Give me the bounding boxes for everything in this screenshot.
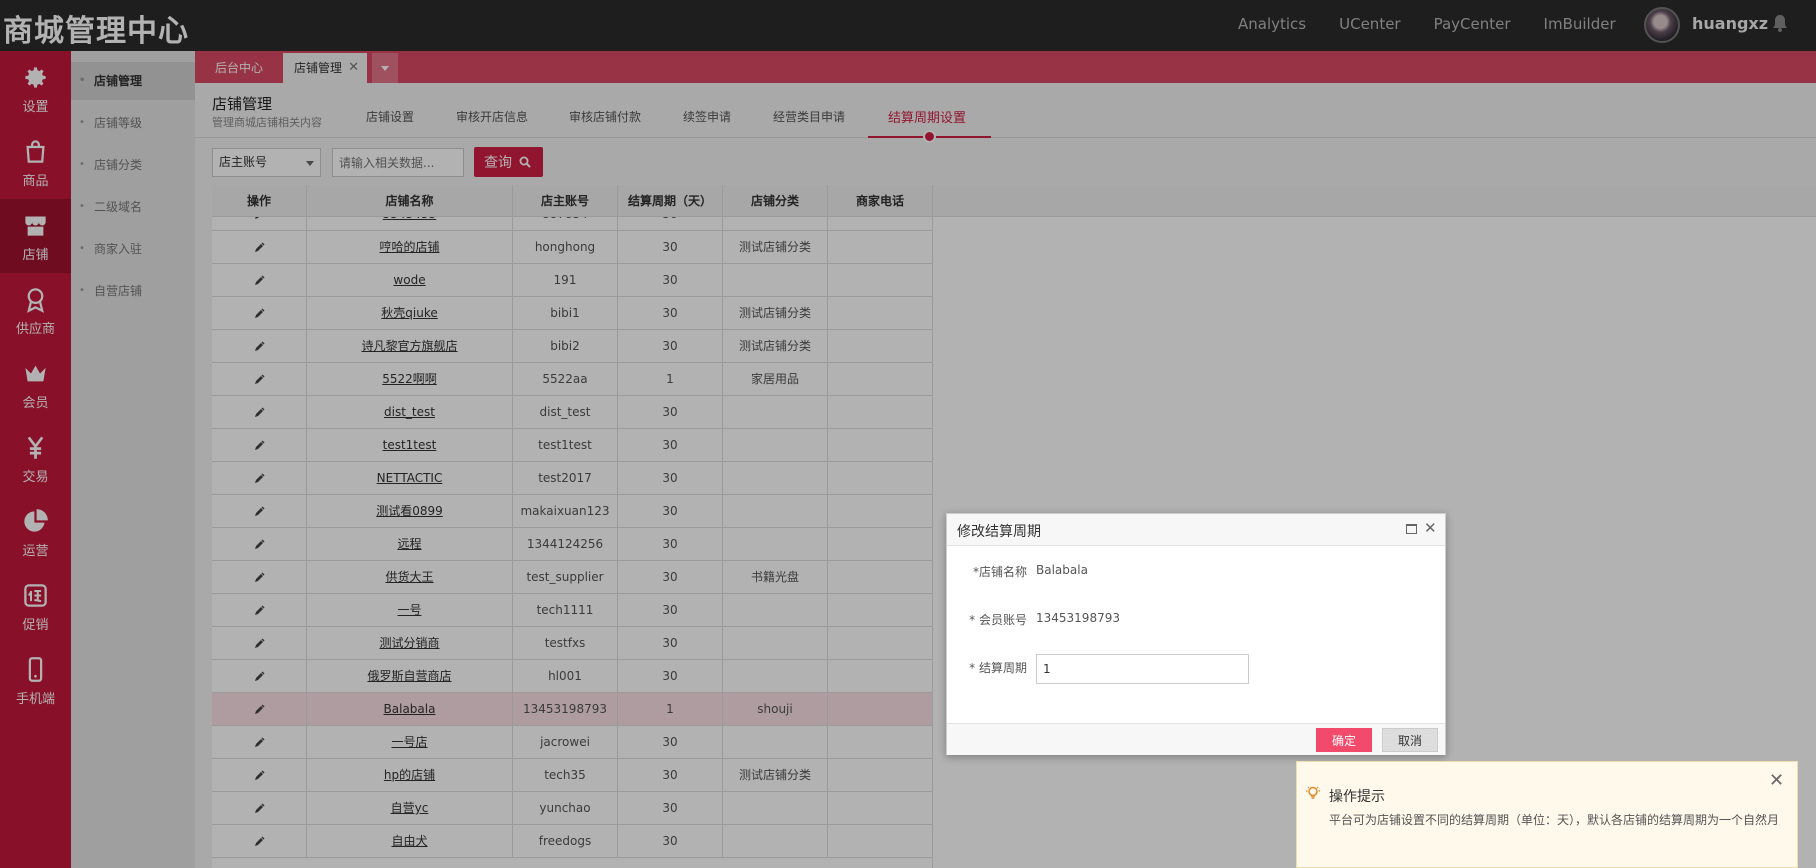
shop-name-label: *店铺名称	[972, 565, 1027, 579]
shop-name-value: Balabala	[1036, 563, 1088, 577]
edit-settlement-dialog: 修改结算周期 ✕ *店铺名称 Balabala * 会员账号 134531987…	[946, 513, 1446, 755]
operation-tip-panel: 操作提示 ✕ 平台可为店铺设置不同的结算周期（单位：天），默认各店铺的结算周期为…	[1296, 761, 1798, 868]
dialog-header: 修改结算周期 ✕	[947, 514, 1445, 546]
cancel-button[interactable]: 取消	[1382, 728, 1438, 752]
close-icon[interactable]: ✕	[1424, 519, 1437, 537]
close-icon[interactable]: ✕	[1769, 770, 1784, 791]
dialog-footer: 确定 取消	[947, 723, 1445, 755]
settlement-period-label: * 结算周期	[969, 661, 1027, 675]
tip-text: 平台可为店铺设置不同的结算周期（单位：天），默认各店铺的结算周期为一个自然月	[1329, 813, 1780, 827]
dialog-title: 修改结算周期	[957, 524, 1041, 540]
modal-overlay	[0, 0, 1816, 868]
tip-title: 操作提示	[1329, 789, 1385, 805]
settlement-period-input[interactable]	[1036, 654, 1249, 684]
maximize-icon[interactable]	[1406, 524, 1417, 534]
member-account-label: * 会员账号	[969, 613, 1027, 627]
confirm-button[interactable]: 确定	[1316, 728, 1372, 752]
lightbulb-icon	[1306, 786, 1320, 799]
member-account-value: 13453198793	[1036, 611, 1120, 625]
